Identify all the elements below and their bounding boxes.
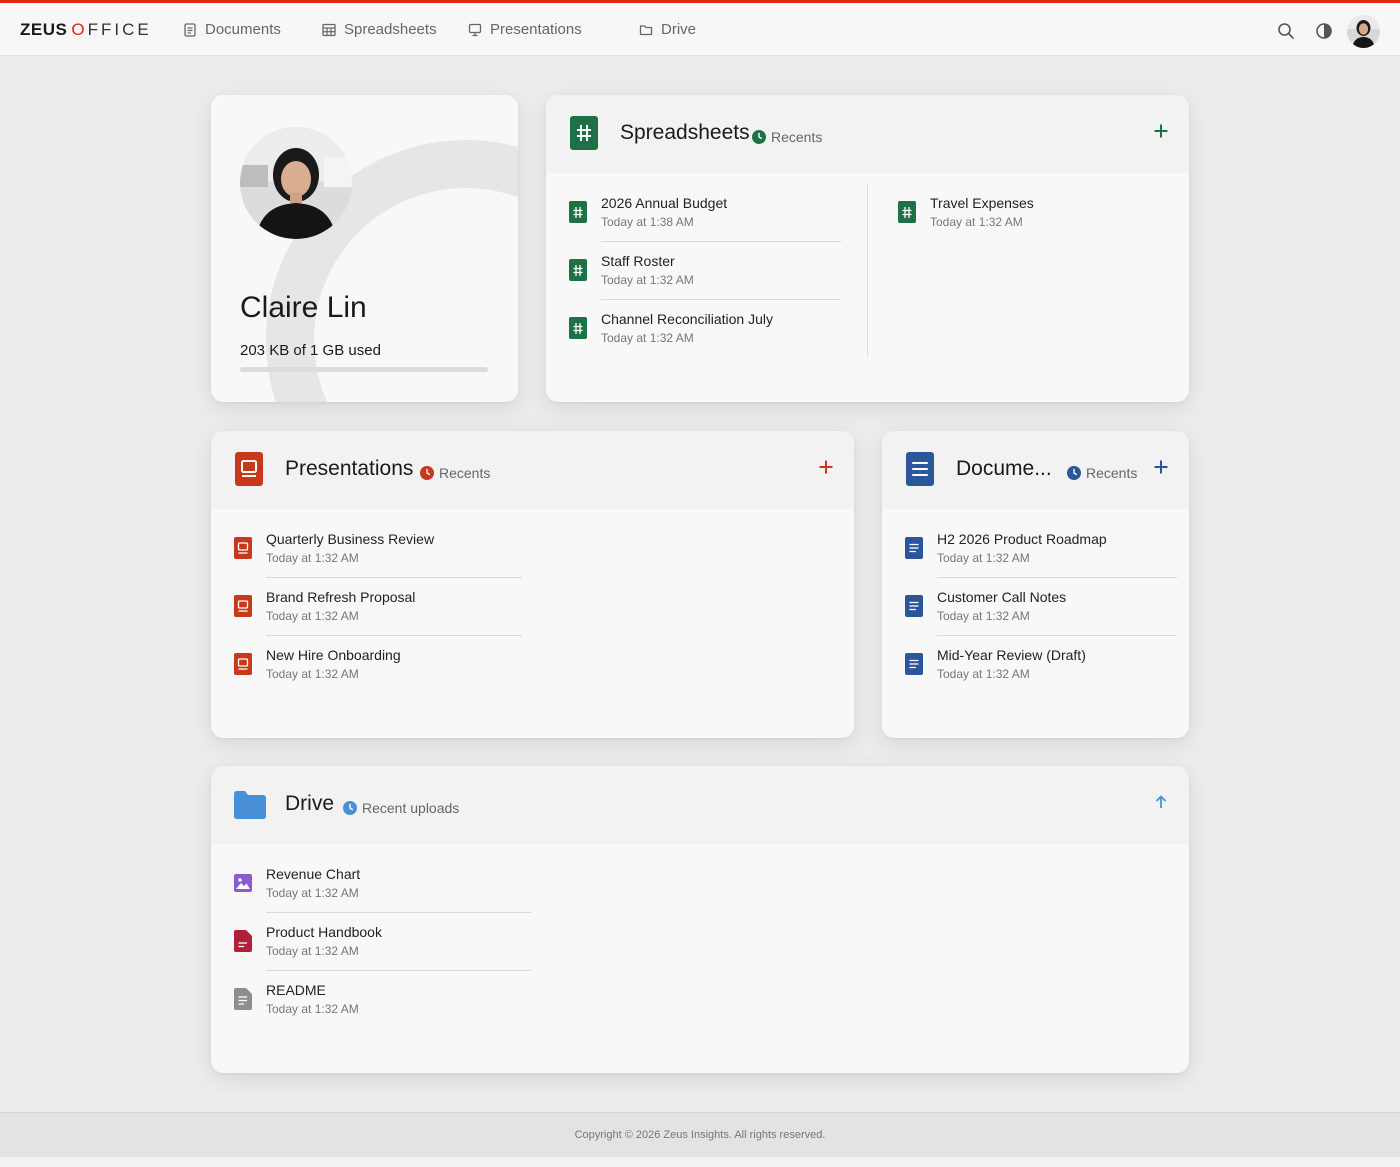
spreadsheet-item[interactable]: 2026 Annual Budget Today at 1:38 AM xyxy=(569,195,844,253)
presentation-app-icon[interactable] xyxy=(235,452,263,486)
presentations-card-header: Presentations Recents xyxy=(211,431,854,509)
user-avatar[interactable] xyxy=(1347,15,1380,48)
documents-subtitle: Recents xyxy=(1067,465,1137,481)
profile-card: Claire Lin 203 KB of 1 GB used xyxy=(211,95,518,402)
folder-icon xyxy=(639,24,653,35)
spreadsheet-item[interactable]: Staff Roster Today at 1:32 AM xyxy=(569,253,844,311)
brand-logo[interactable]: ZEUS OFFICE xyxy=(20,20,152,40)
drive-card: Drive Recent uploads Revenue Chart Today… xyxy=(211,766,1189,1073)
drive-item[interactable]: Product Handbook Today at 1:32 AM xyxy=(234,924,531,982)
documents-card: Docume... Recents H2 2026 Product Roadma… xyxy=(882,431,1189,738)
spreadsheet-app-icon[interactable] xyxy=(570,116,598,150)
add-document-icon[interactable] xyxy=(1153,459,1169,475)
add-spreadsheet-icon[interactable] xyxy=(1153,123,1169,139)
spreadsheets-card: Spreadsheets Recents 2026 Annual Budget … xyxy=(546,95,1189,402)
profile-avatar[interactable] xyxy=(240,127,352,239)
spreadsheets-subtitle: Recents xyxy=(752,129,822,145)
document-file-icon xyxy=(905,595,923,617)
add-presentation-icon[interactable] xyxy=(818,459,834,475)
drive-item[interactable]: README Today at 1:32 AM xyxy=(234,982,509,1040)
document-file-icon xyxy=(905,653,923,675)
spreadsheet-file-icon xyxy=(569,259,587,281)
document-item[interactable]: Mid-Year Review (Draft) Today at 1:32 AM xyxy=(905,647,1180,705)
document-icon xyxy=(184,22,196,37)
drive-card-header: Drive Recent uploads xyxy=(211,766,1189,844)
profile-name: Claire Lin xyxy=(240,291,367,324)
monitor-icon xyxy=(468,23,482,36)
nav-documents[interactable]: Documents xyxy=(183,21,281,38)
upload-arrow-icon[interactable] xyxy=(1153,794,1169,810)
storage-usage-text: 203 KB of 1 GB used xyxy=(240,342,381,359)
documents-title[interactable]: Docume... xyxy=(956,457,1052,481)
document-item[interactable]: H2 2026 Product Roadmap Today at 1:32 AM xyxy=(905,531,1180,589)
avatar-photo xyxy=(1347,15,1380,48)
spreadsheets-card-header: Spreadsheets Recents xyxy=(546,95,1189,173)
presentation-file-icon xyxy=(234,595,252,617)
presentation-item[interactable]: New Hire Onboarding Today at 1:32 AM xyxy=(234,647,509,705)
pdf-file-icon xyxy=(234,930,252,952)
drive-folder-icon[interactable] xyxy=(234,791,266,819)
spreadsheet-file-icon xyxy=(569,201,587,223)
theme-toggle-icon[interactable] xyxy=(1315,22,1333,40)
clock-icon xyxy=(752,130,766,144)
presentation-file-icon xyxy=(234,537,252,559)
document-app-icon[interactable] xyxy=(906,452,934,486)
top-navigation-bar: ZEUS OFFICE Documents Spreadsheets Presen… xyxy=(0,3,1400,56)
presentation-item[interactable]: Quarterly Business Review Today at 1:32 … xyxy=(234,531,522,589)
nav-spreadsheets[interactable]: Spreadsheets xyxy=(322,21,437,38)
text-file-icon xyxy=(234,988,252,1010)
drive-item[interactable]: Revenue Chart Today at 1:32 AM xyxy=(234,866,531,924)
spreadsheet-file-icon xyxy=(898,201,916,223)
document-file-icon xyxy=(905,537,923,559)
storage-usage-bar xyxy=(240,367,488,372)
spreadsheet-item[interactable]: Channel Reconciliation July Today at 1:3… xyxy=(569,311,844,369)
search-icon[interactable] xyxy=(1277,22,1295,40)
presentations-title[interactable]: Presentations xyxy=(285,457,413,481)
drive-subtitle: Recent uploads xyxy=(343,800,459,816)
table-icon xyxy=(322,23,336,36)
spreadsheet-item[interactable]: Travel Expenses Today at 1:32 AM xyxy=(898,195,1173,253)
documents-card-header: Docume... Recents xyxy=(882,431,1189,509)
copyright-text: Copyright © 2026 Zeus Insights. All righ… xyxy=(574,1129,826,1141)
image-file-icon xyxy=(234,874,252,892)
profile-photo xyxy=(240,127,352,239)
clock-icon xyxy=(420,466,434,480)
column-divider xyxy=(867,183,868,356)
page-footer: Copyright © 2026 Zeus Insights. All righ… xyxy=(0,1112,1400,1157)
presentations-subtitle: Recents xyxy=(420,465,490,481)
nav-drive[interactable]: Drive xyxy=(639,21,696,38)
presentations-card: Presentations Recents Quarterly Business… xyxy=(211,431,854,738)
presentation-item[interactable]: Brand Refresh Proposal Today at 1:32 AM xyxy=(234,589,522,647)
nav-presentations[interactable]: Presentations xyxy=(468,21,582,38)
spreadsheet-file-icon xyxy=(569,317,587,339)
document-item[interactable]: Customer Call Notes Today at 1:32 AM xyxy=(905,589,1180,647)
clock-icon xyxy=(343,801,357,815)
drive-title[interactable]: Drive xyxy=(285,792,334,816)
clock-icon xyxy=(1067,466,1081,480)
spreadsheets-title[interactable]: Spreadsheets xyxy=(620,121,750,145)
presentation-file-icon xyxy=(234,653,252,675)
